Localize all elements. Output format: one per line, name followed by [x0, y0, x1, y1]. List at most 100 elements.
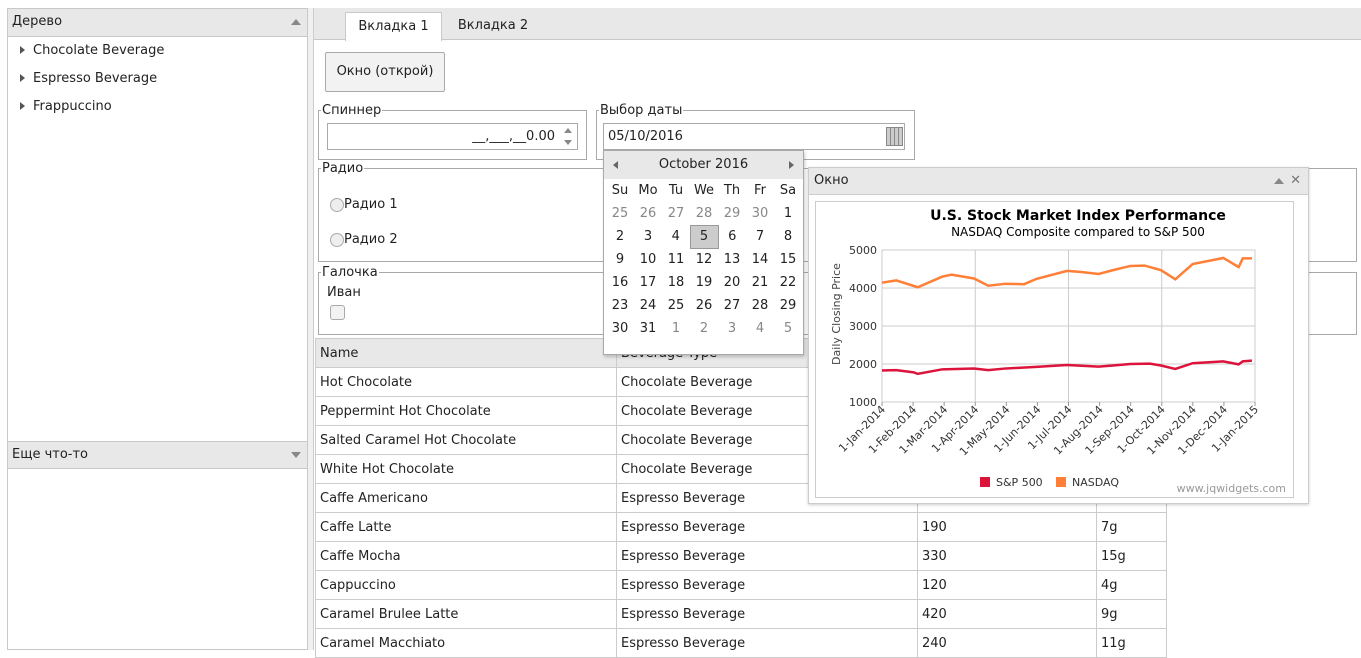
- tree-panel-header[interactable]: Дерево: [8, 9, 307, 37]
- prev-month-icon[interactable]: [613, 161, 618, 169]
- calendar-day[interactable]: 12: [690, 248, 718, 271]
- table-cell: 120: [917, 570, 1097, 600]
- weekday-label: Sa: [779, 183, 797, 198]
- calendar-day[interactable]: 3: [634, 225, 662, 248]
- y-tick-label: 2000: [849, 358, 877, 371]
- calendar-day[interactable]: 29: [718, 202, 746, 225]
- table-row[interactable]: Cappuccino Espresso Beverage 120 4g: [315, 570, 1167, 600]
- table-cell: Salted Caramel Hot Chocolate: [315, 425, 617, 455]
- legend-label: NASDAQ: [1072, 476, 1119, 489]
- collapse-up-icon[interactable]: [291, 19, 301, 25]
- calendar-day[interactable]: 1: [774, 202, 802, 225]
- tree-item-frappuccino[interactable]: Frappuccino: [20, 99, 112, 114]
- table-cell: 420: [917, 599, 1097, 629]
- tree-item-espresso[interactable]: Espresso Beverage: [20, 71, 157, 86]
- calendar-day[interactable]: 29: [774, 294, 802, 317]
- chart-subtitle: NASDAQ Composite compared to S&P 500: [951, 225, 1205, 239]
- window-close-icon[interactable]: ✕: [1290, 168, 1301, 194]
- calendar-day[interactable]: 3: [718, 317, 746, 340]
- tree-item-chocolate[interactable]: Chocolate Beverage: [20, 43, 164, 58]
- calendar-day[interactable]: 22: [774, 271, 802, 294]
- calendar-icon[interactable]: [886, 127, 903, 146]
- table-row[interactable]: Caffe Latte Espresso Beverage 190 7g: [315, 512, 1167, 542]
- calendar-day[interactable]: 28: [746, 294, 774, 317]
- calendar-day[interactable]: 31: [634, 317, 662, 340]
- open-window-button[interactable]: Окно (открой): [325, 52, 445, 92]
- calendar-day[interactable]: 10: [634, 248, 662, 271]
- chart-frame: U.S. Stock Market Index Performance NASD…: [815, 201, 1294, 498]
- calendar-day[interactable]: 18: [662, 271, 690, 294]
- calendar-day[interactable]: 4: [662, 225, 690, 248]
- calendar-day[interactable]: 17: [634, 271, 662, 294]
- table-row[interactable]: Caramel Macchiato Espresso Beverage 240 11g: [315, 628, 1167, 658]
- y-axis-label: Daily Closing Price: [830, 263, 843, 365]
- table-row[interactable]: Caramel Brulee Latte Espresso Beverage 420…: [315, 599, 1167, 629]
- calendar-day[interactable]: 26: [634, 202, 662, 225]
- calendar-day[interactable]: 23: [606, 294, 634, 317]
- calendar-day[interactable]: 2: [690, 317, 718, 340]
- calendar-day[interactable]: 5: [689, 224, 719, 249]
- calendar-day[interactable]: 2: [606, 225, 634, 248]
- radio-circle-icon[interactable]: [330, 232, 344, 247]
- radio-1[interactable]: Радио 1: [330, 197, 398, 212]
- window-header[interactable]: Окно ✕: [809, 168, 1308, 195]
- calendar-day[interactable]: 30: [606, 317, 634, 340]
- table-cell: Espresso Beverage: [616, 512, 918, 542]
- table-cell: Caramel Brulee Latte: [315, 599, 617, 629]
- radio-label: Радио 2: [344, 232, 398, 247]
- calendar-day[interactable]: 8: [774, 225, 802, 248]
- calendar-day[interactable]: 27: [718, 294, 746, 317]
- expand-icon[interactable]: [20, 74, 25, 82]
- radio-circle-icon[interactable]: [330, 197, 344, 212]
- calendar-day[interactable]: 16: [606, 271, 634, 294]
- chart-title: U.S. Stock Market Index Performance: [930, 208, 1226, 224]
- column-header[interactable]: Name: [315, 338, 617, 368]
- calendar-day[interactable]: 25: [662, 294, 690, 317]
- tab-2[interactable]: Вкладка 2: [446, 12, 540, 40]
- radio-2[interactable]: Радио 2: [330, 232, 398, 247]
- expand-icon[interactable]: [20, 102, 25, 110]
- calendar-day[interactable]: 7: [746, 225, 774, 248]
- tree-item-label: Chocolate Beverage: [33, 43, 165, 58]
- expand-icon[interactable]: [20, 46, 25, 54]
- calendar-month[interactable]: October 2016: [659, 157, 748, 172]
- spinner-down-icon[interactable]: [564, 140, 572, 145]
- expand-down-icon[interactable]: [291, 452, 301, 458]
- next-month-icon[interactable]: [789, 161, 794, 169]
- calendar-day[interactable]: 15: [774, 248, 802, 271]
- bottom-panel-header[interactable]: Еще что-то: [8, 441, 307, 469]
- table-cell: Peppermint Hot Chocolate: [315, 396, 617, 426]
- weekday-label: Th: [723, 183, 741, 198]
- date-input[interactable]: 05/10/2016: [603, 123, 905, 150]
- calendar-day[interactable]: 6: [718, 225, 746, 248]
- table-row[interactable]: Caffe Mocha Espresso Beverage 330 15g: [315, 541, 1167, 571]
- calendar-header: October 2016: [604, 151, 803, 179]
- tree-item-label: Frappuccino: [33, 99, 112, 114]
- calendar-day[interactable]: 20: [718, 271, 746, 294]
- calendar-day[interactable]: 1: [662, 317, 690, 340]
- calendar-day[interactable]: 25: [606, 202, 634, 225]
- calendar-day[interactable]: 28: [690, 202, 718, 225]
- checkbox[interactable]: [330, 305, 345, 320]
- calendar-popup: October 2016 Su Mo Tu We Th Fr Sa 25 26 27 28 29 30 1…: [603, 150, 804, 355]
- calendar-day[interactable]: 4: [746, 317, 774, 340]
- calendar-day[interactable]: 30: [746, 202, 774, 225]
- table-cell: 11g: [1096, 628, 1167, 658]
- splitter[interactable]: [308, 8, 314, 650]
- spinner-input[interactable]: __,___,__0.00: [327, 123, 578, 150]
- table-cell: Caramel Macchiato: [315, 628, 617, 658]
- calendar-day[interactable]: 11: [662, 248, 690, 271]
- tab-1[interactable]: Вкладка 1: [345, 12, 442, 41]
- calendar-day[interactable]: 13: [718, 248, 746, 271]
- calendar-day[interactable]: 21: [746, 271, 774, 294]
- calendar-day[interactable]: 9: [606, 248, 634, 271]
- calendar-day[interactable]: 24: [634, 294, 662, 317]
- spinner-up-icon[interactable]: [564, 128, 572, 133]
- window-collapse-icon[interactable]: [1274, 178, 1284, 184]
- calendar-day[interactable]: 19: [690, 271, 718, 294]
- calendar-day[interactable]: 27: [662, 202, 690, 225]
- calendar-day[interactable]: 14: [746, 248, 774, 271]
- calendar-day[interactable]: 5: [774, 317, 802, 340]
- series-line-1: [881, 256, 1252, 289]
- calendar-day[interactable]: 26: [690, 294, 718, 317]
